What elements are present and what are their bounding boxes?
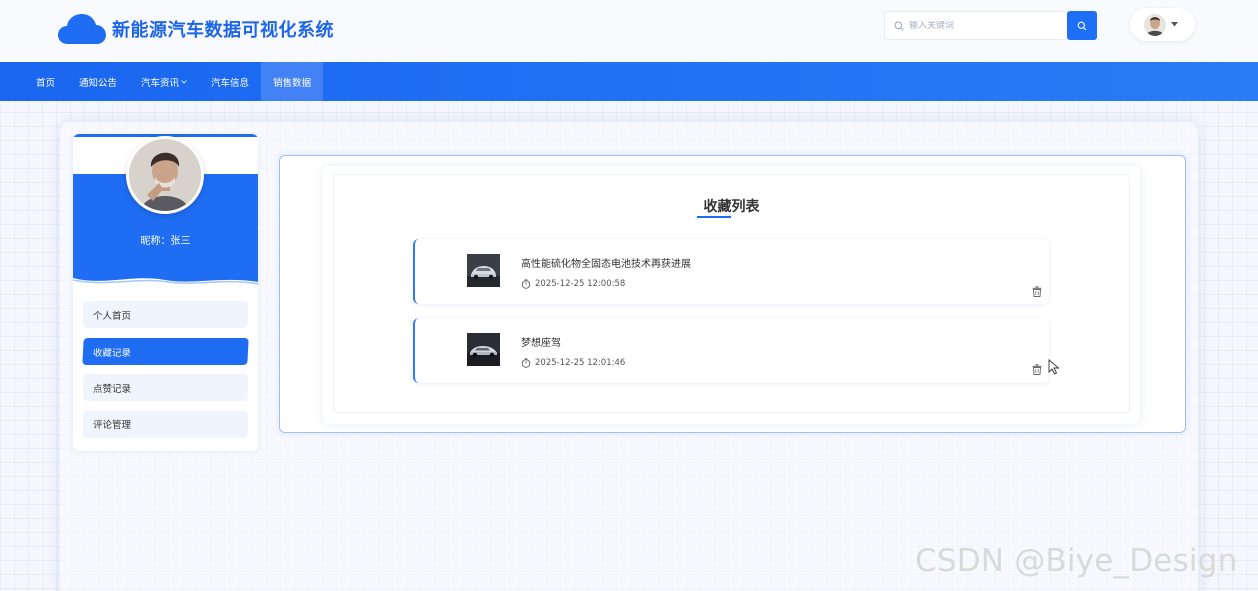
favorite-thumbnail[interactable] xyxy=(467,254,500,287)
profile-card: 昵称：张三 xyxy=(73,134,258,290)
user-sidebar: 昵称：张三 个人首页 收藏记录 点赞记录 评论管理 xyxy=(73,134,258,451)
delete-icon[interactable] xyxy=(1032,364,1042,375)
side-item-likes[interactable]: 点赞记录 xyxy=(83,374,248,401)
profile-avatar[interactable] xyxy=(126,136,204,214)
favorite-item[interactable]: 高性能硫化物全固态电池技术再获进展 2025-12-25 12:00:58 xyxy=(413,239,1049,304)
profile-nickname: 昵称：张三 xyxy=(140,236,191,247)
header: 新能源汽车数据可视化系统 xyxy=(0,0,1258,62)
favorites-title: 收藏列表 xyxy=(703,199,760,215)
side-item-comments[interactable]: 评论管理 xyxy=(83,410,248,438)
search-icon xyxy=(894,21,904,31)
favorite-title[interactable]: 高性能硫化物全固态电池技术再获进展 xyxy=(521,255,691,270)
delete-icon[interactable] xyxy=(1032,286,1042,297)
watermark: CSDN @Biye_Design xyxy=(915,543,1238,579)
title-underline xyxy=(697,216,731,218)
chevron-down-icon xyxy=(181,79,187,84)
search-box xyxy=(884,11,1066,40)
favorite-time: 2025-12-25 12:01:46 xyxy=(535,358,626,368)
search-icon xyxy=(1077,21,1087,30)
search-input[interactable] xyxy=(909,20,1059,31)
side-item-personal-home[interactable]: 个人首页 xyxy=(83,301,248,328)
nav-item-car-info[interactable]: 汽车信息 xyxy=(199,62,261,101)
user-menu[interactable] xyxy=(1130,8,1195,41)
nav-item-home[interactable]: 首页 xyxy=(24,62,67,101)
favorite-title[interactable]: 梦想座驾 xyxy=(521,334,561,349)
main-nav: 首页 通知公告 汽车资讯 汽车信息 销售数据 xyxy=(0,62,1258,101)
search-button[interactable] xyxy=(1067,11,1097,40)
nav-item-sales-data[interactable]: 销售数据 xyxy=(261,62,324,101)
cloud-logo-icon xyxy=(58,14,106,44)
clock-icon xyxy=(521,358,531,368)
nav-item-car-news[interactable]: 汽车资讯 xyxy=(129,62,199,101)
side-item-favorites[interactable]: 收藏记录 xyxy=(82,337,249,365)
favorite-time: 2025-12-25 12:00:58 xyxy=(535,279,626,289)
caret-down-icon xyxy=(1171,22,1178,27)
side-menu: 个人首页 收藏记录 点赞记录 评论管理 xyxy=(82,301,249,447)
site-title: 新能源汽车数据可视化系统 xyxy=(112,20,334,41)
favorite-thumbnail[interactable] xyxy=(467,333,500,366)
avatar xyxy=(1144,13,1166,36)
favorite-item[interactable]: 梦想座驾 2025-12-25 12:01:46 xyxy=(413,318,1049,383)
nav-item-notices[interactable]: 通知公告 xyxy=(67,62,129,101)
mouse-cursor-icon xyxy=(1048,359,1060,375)
favorite-time-row: 2025-12-25 12:00:58 xyxy=(521,279,625,289)
clock-icon xyxy=(521,279,531,289)
favorite-time-row: 2025-12-25 12:01:46 xyxy=(521,358,625,368)
wave-decoration xyxy=(73,278,258,290)
